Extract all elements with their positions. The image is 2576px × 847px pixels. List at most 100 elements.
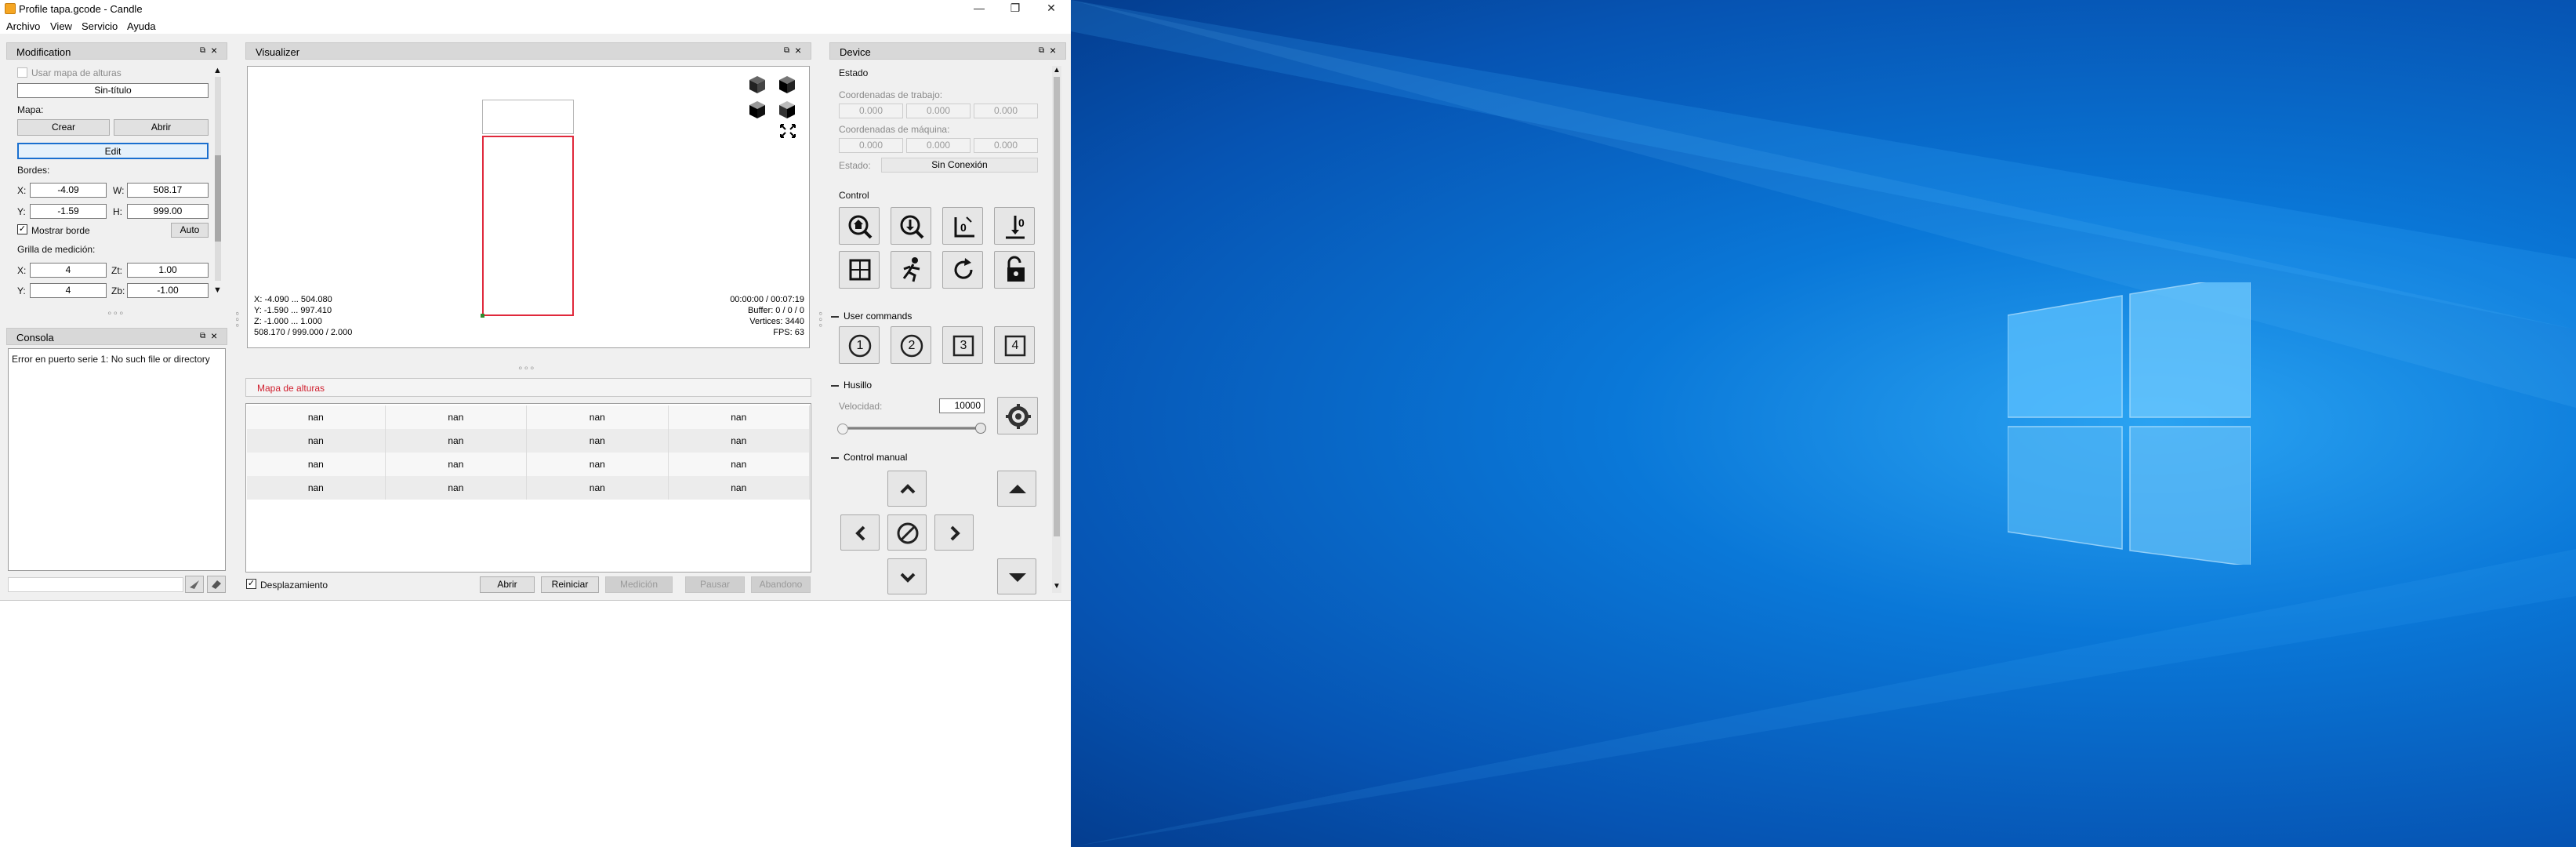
heightmap-cell[interactable]: nan (385, 429, 528, 453)
machine-y-field[interactable]: 0.000 (906, 138, 971, 153)
command-input[interactable] (8, 577, 183, 592)
view-front-icon[interactable] (749, 101, 765, 118)
manual-control-section[interactable]: Control manual (831, 452, 907, 463)
fit-view-icon[interactable] (780, 124, 796, 138)
float-icon[interactable]: ⧉ (200, 46, 209, 56)
pause-button[interactable]: Pausar (685, 576, 745, 593)
zoom-home-button[interactable] (839, 207, 880, 245)
close-window-button[interactable]: ✕ (1033, 0, 1069, 17)
modification-title-bar[interactable]: Modification ⧉ × (6, 42, 227, 60)
jog-x-minus-button[interactable] (840, 514, 880, 551)
menu-servicio[interactable]: Servicio (82, 20, 118, 32)
use-heightmap-checkbox[interactable] (17, 67, 27, 78)
user-command-2-button[interactable]: 2 (891, 326, 931, 364)
gl-viewport[interactable]: X: -4.090 ... 504.080 Y: -1.590 ... 997.… (247, 66, 810, 348)
console-title-bar[interactable]: Consola ⧉ × (6, 328, 227, 345)
heightmap-cell[interactable]: nan (526, 453, 669, 476)
heightmap-cell[interactable]: nan (247, 476, 386, 500)
restore-origin-button[interactable] (839, 251, 880, 289)
menu-ayuda[interactable]: Ayuda (127, 20, 156, 32)
spindle-toggle-button[interactable] (997, 397, 1038, 434)
heightmap-cell[interactable]: nan (385, 453, 528, 476)
border-h-field[interactable]: 999.00 (127, 204, 209, 219)
heightmap-cell[interactable]: nan (385, 476, 528, 500)
heightmap-cell[interactable]: nan (668, 405, 811, 429)
heightmap-table[interactable]: nan nan nan nan nan nan nan nan nan nan nan nan nan n… (247, 405, 811, 500)
device-scrollbar[interactable]: ▲ ▼ (1052, 66, 1061, 593)
jog-x-plus-button[interactable] (934, 514, 974, 551)
clear-console-button[interactable] (207, 576, 226, 593)
heightmap-cell[interactable]: nan (526, 429, 669, 453)
table-row[interactable]: nan nan nan nan (247, 453, 811, 476)
work-y-field[interactable]: 0.000 (906, 104, 971, 118)
minimize-button[interactable]: — (961, 0, 997, 17)
menu-view[interactable]: View (50, 20, 72, 32)
table-row[interactable]: nan nan nan nan (247, 405, 811, 429)
edit-map-button[interactable]: Edit (17, 143, 209, 159)
machine-z-field[interactable]: 0.000 (974, 138, 1038, 153)
splitter-handle-icon[interactable]: ∘∘∘ (107, 307, 125, 318)
grid-y-field[interactable]: 4 (30, 283, 107, 298)
user-command-3-button[interactable]: 3 (942, 326, 983, 364)
jog-stop-button[interactable] (887, 514, 927, 551)
abort-button[interactable]: Abandono (751, 576, 811, 593)
right-splitter-icon[interactable]: ∘∘∘ (815, 311, 826, 329)
scroll-up-icon[interactable]: ▲ (213, 66, 222, 75)
grid-x-field[interactable]: 4 (30, 263, 107, 278)
border-y-field[interactable]: -1.59 (30, 204, 107, 219)
table-row[interactable]: nan nan nan nan (247, 429, 811, 453)
close-icon[interactable]: × (211, 330, 222, 341)
user-commands-section[interactable]: User commands (831, 311, 912, 322)
jog-z-plus-button[interactable] (997, 471, 1036, 507)
device-title-bar[interactable]: Device ⧉ × (829, 42, 1066, 60)
view-left-icon[interactable] (779, 101, 795, 118)
speed-value-field[interactable]: 10000 (939, 398, 985, 413)
user-command-1-button[interactable]: 1 (839, 326, 880, 364)
close-icon[interactable]: × (795, 45, 806, 56)
user-command-4-button[interactable]: 4 (994, 326, 1035, 364)
visualizer-title-bar[interactable]: Visualizer ⧉ × (245, 42, 811, 60)
title-bar[interactable]: Profile tapa.gcode - Candle — ❐ ✕ (0, 0, 1071, 17)
heightmap-cell[interactable]: nan (247, 429, 386, 453)
heightmap-cell[interactable]: nan (526, 405, 669, 429)
open-file-button[interactable]: Abrir (480, 576, 535, 593)
auto-button[interactable]: Auto (171, 223, 209, 238)
zero-z-button[interactable]: 0 (994, 207, 1035, 245)
view-isometric-icon[interactable] (749, 76, 765, 93)
left-splitter-icon[interactable]: ∘∘∘ (232, 311, 243, 329)
jog-y-plus-button[interactable] (887, 471, 927, 507)
safe-position-button[interactable] (891, 251, 931, 289)
heightmap-cell[interactable]: nan (247, 453, 386, 476)
view-top-icon[interactable] (779, 76, 795, 93)
open-map-button[interactable]: Abrir (114, 119, 209, 136)
heightmap-cell[interactable]: nan (526, 476, 669, 500)
heightmap-cell[interactable]: nan (668, 476, 811, 500)
scroll-down-icon[interactable]: ▼ (213, 285, 222, 295)
heightmap-cell[interactable]: nan (668, 453, 811, 476)
create-map-button[interactable]: Crear (17, 119, 110, 136)
speed-slider-handle[interactable] (975, 423, 986, 434)
border-x-field[interactable]: -4.09 (30, 183, 107, 198)
border-w-field[interactable]: 508.17 (127, 183, 209, 198)
device-scrollbar-thumb[interactable] (1054, 77, 1060, 536)
scroll-checkbox[interactable]: ✓ (246, 579, 256, 589)
machine-x-field[interactable]: 0.000 (839, 138, 903, 153)
reset-button[interactable]: Reiniciar (541, 576, 599, 593)
grid-zb-field[interactable]: -1.00 (127, 283, 209, 298)
restore-button[interactable]: ❐ (997, 0, 1033, 17)
heightmap-cell[interactable]: nan (247, 405, 386, 429)
close-icon[interactable]: × (211, 45, 222, 56)
send-command-button[interactable] (185, 576, 204, 593)
table-row[interactable]: nan nan nan nan (247, 476, 811, 500)
spindle-section[interactable]: Husillo (831, 380, 872, 391)
modification-scrollbar-thumb[interactable] (215, 155, 221, 242)
speed-slider[interactable] (840, 423, 986, 434)
work-x-field[interactable]: 0.000 (839, 104, 903, 118)
float-icon[interactable]: ⧉ (784, 46, 793, 56)
scroll-down-icon[interactable]: ▼ (1053, 582, 1061, 591)
zero-xy-button[interactable]: 0 (942, 207, 983, 245)
console-output[interactable]: Error en puerto serie 1: No such file or… (8, 348, 226, 571)
close-icon[interactable]: × (1050, 45, 1061, 56)
show-border-checkbox[interactable]: ✓ (17, 224, 27, 234)
heightmap-cell[interactable]: nan (385, 405, 528, 429)
